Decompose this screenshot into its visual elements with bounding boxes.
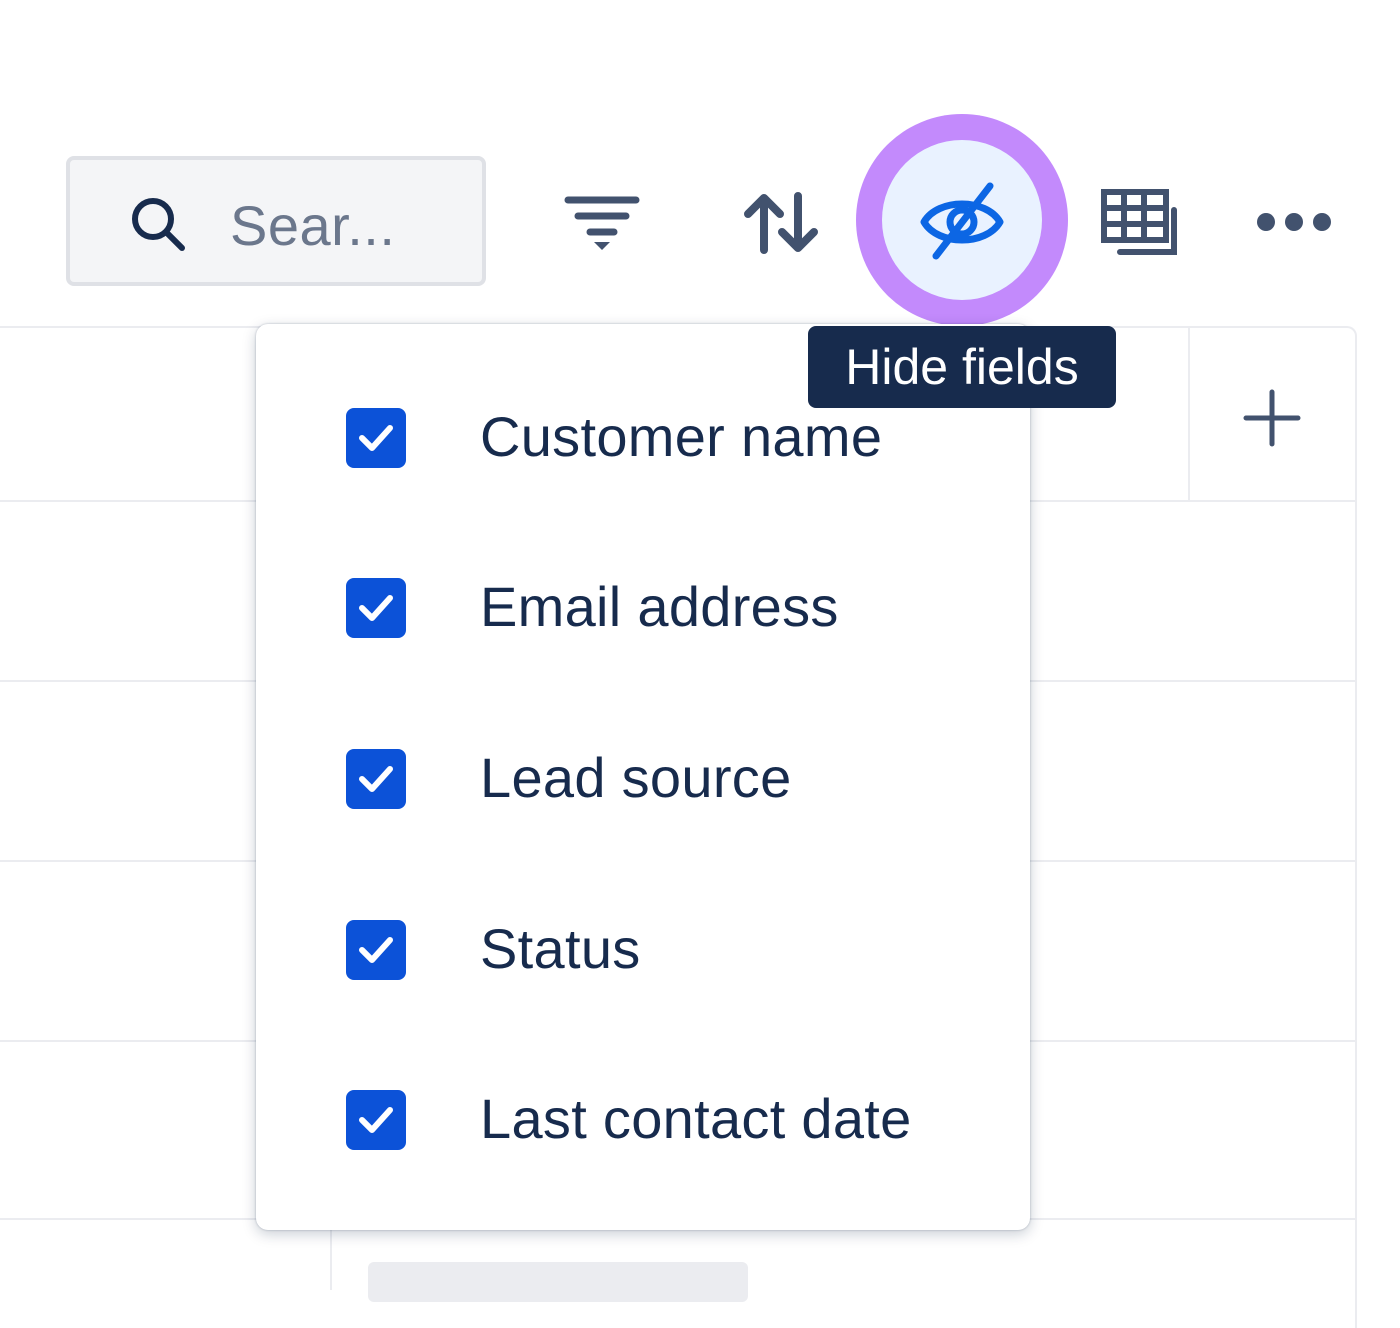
filter-icon[interactable] [564, 194, 640, 250]
table-col-divider [330, 1220, 332, 1290]
cell-chip [368, 1262, 748, 1302]
field-option-status[interactable]: Status [256, 888, 1030, 1008]
more-icon[interactable] [1254, 208, 1334, 236]
field-checkbox[interactable] [346, 578, 406, 638]
checkmark-icon [359, 1107, 393, 1133]
field-option-lead-source[interactable]: Lead source [256, 717, 1030, 837]
add-column-button[interactable] [1240, 386, 1304, 450]
checkmark-icon [359, 937, 393, 963]
hide-fields-button[interactable] [882, 140, 1042, 300]
table-view-icon[interactable] [1100, 188, 1182, 258]
search-placeholder: Sear... [230, 194, 396, 257]
eye-off-icon [920, 182, 1004, 260]
sort-icon[interactable] [744, 192, 820, 254]
checkmark-icon [359, 766, 393, 792]
field-option-email-address[interactable]: Email address [256, 546, 1030, 666]
field-option-label: Last contact date [480, 1087, 912, 1150]
search-icon [132, 198, 185, 251]
field-option-label: Status [480, 917, 641, 980]
field-checkbox[interactable] [346, 920, 406, 980]
field-option-label: Email address [480, 575, 839, 638]
field-checkbox[interactable] [346, 749, 406, 809]
field-checkbox[interactable] [346, 1090, 406, 1150]
field-option-last-contact-date[interactable]: Last contact date [256, 1058, 1030, 1178]
checkmark-icon [359, 595, 393, 621]
search-field[interactable]: Sear... [66, 156, 486, 286]
checkmark-icon [359, 425, 393, 451]
field-option-label: Customer name [480, 405, 883, 468]
field-option-label: Lead source [480, 746, 792, 809]
table-col-divider [1188, 328, 1190, 500]
plus-icon [1243, 389, 1301, 447]
hide-fields-tooltip: Hide fields [808, 326, 1116, 408]
hide-fields-menu: Customer name Email address Lead source … [256, 324, 1030, 1230]
field-checkbox[interactable] [346, 408, 406, 468]
